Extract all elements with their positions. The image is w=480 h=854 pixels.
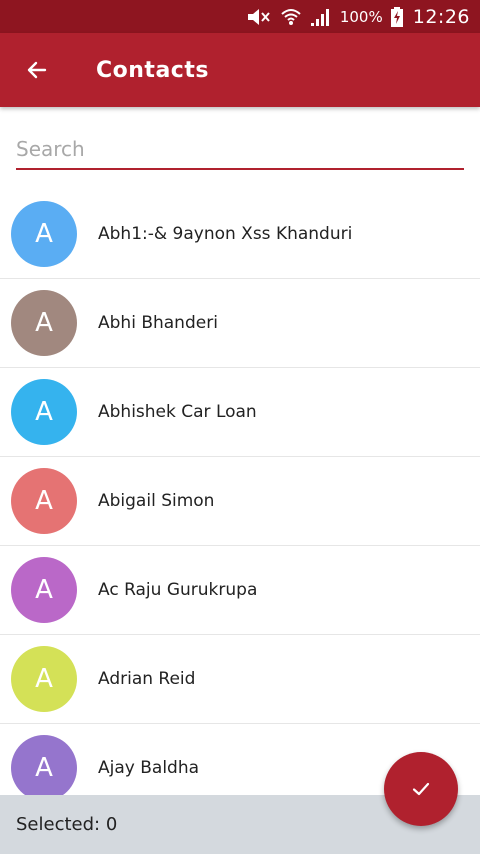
battery-percent: 100% xyxy=(339,7,383,26)
wifi-icon xyxy=(280,0,302,33)
contact-name: Abhi Bhanderi xyxy=(98,313,218,333)
search-container xyxy=(16,130,464,170)
signal-icon xyxy=(310,0,332,33)
avatar: A xyxy=(11,468,77,534)
contact-row[interactable]: A Abigail Simon xyxy=(0,457,480,546)
app-bar: Contacts xyxy=(0,33,480,107)
contact-name: Adrian Reid xyxy=(98,669,196,689)
status-bar: 100% 12:26 xyxy=(0,0,480,33)
contact-name: Abhishek Car Loan xyxy=(98,402,257,422)
battery-charging-icon xyxy=(390,0,403,33)
selected-count: Selected: 0 xyxy=(16,814,118,835)
contact-name: Ac Raju Gurukrupa xyxy=(98,580,258,600)
avatar: A xyxy=(11,379,77,445)
status-time: 12:26 xyxy=(412,5,470,28)
check-icon xyxy=(412,782,430,796)
avatar: A xyxy=(11,646,77,712)
avatar: A xyxy=(11,290,77,356)
avatar: A xyxy=(11,557,77,623)
avatar: A xyxy=(11,735,77,795)
contact-name: Abigail Simon xyxy=(98,491,215,511)
mute-icon xyxy=(246,0,272,33)
arrow-left-icon xyxy=(27,61,47,79)
avatar: A xyxy=(11,201,77,267)
contact-row[interactable]: A Ac Raju Gurukrupa xyxy=(0,546,480,635)
search-input[interactable] xyxy=(16,130,464,170)
confirm-button[interactable] xyxy=(384,752,458,826)
contact-row[interactable]: A Adrian Reid xyxy=(0,635,480,724)
contact-row[interactable]: A Abhishek Car Loan xyxy=(0,368,480,457)
contact-name: Ajay Baldha xyxy=(98,758,200,778)
contact-row[interactable]: A Abh1:-& 9aynon Xss Khanduri xyxy=(0,190,480,279)
page-title: Contacts xyxy=(96,57,209,83)
contact-name: Abh1:-& 9aynon Xss Khanduri xyxy=(98,224,353,244)
contacts-screen: 100% 12:26 Contacts A Abh1:-& 9aynon Xss… xyxy=(0,0,480,854)
back-button[interactable] xyxy=(2,33,72,107)
contact-list: A Abh1:-& 9aynon Xss Khanduri A Abhi Bha… xyxy=(0,190,480,795)
contact-row[interactable]: A Abhi Bhanderi xyxy=(0,279,480,368)
